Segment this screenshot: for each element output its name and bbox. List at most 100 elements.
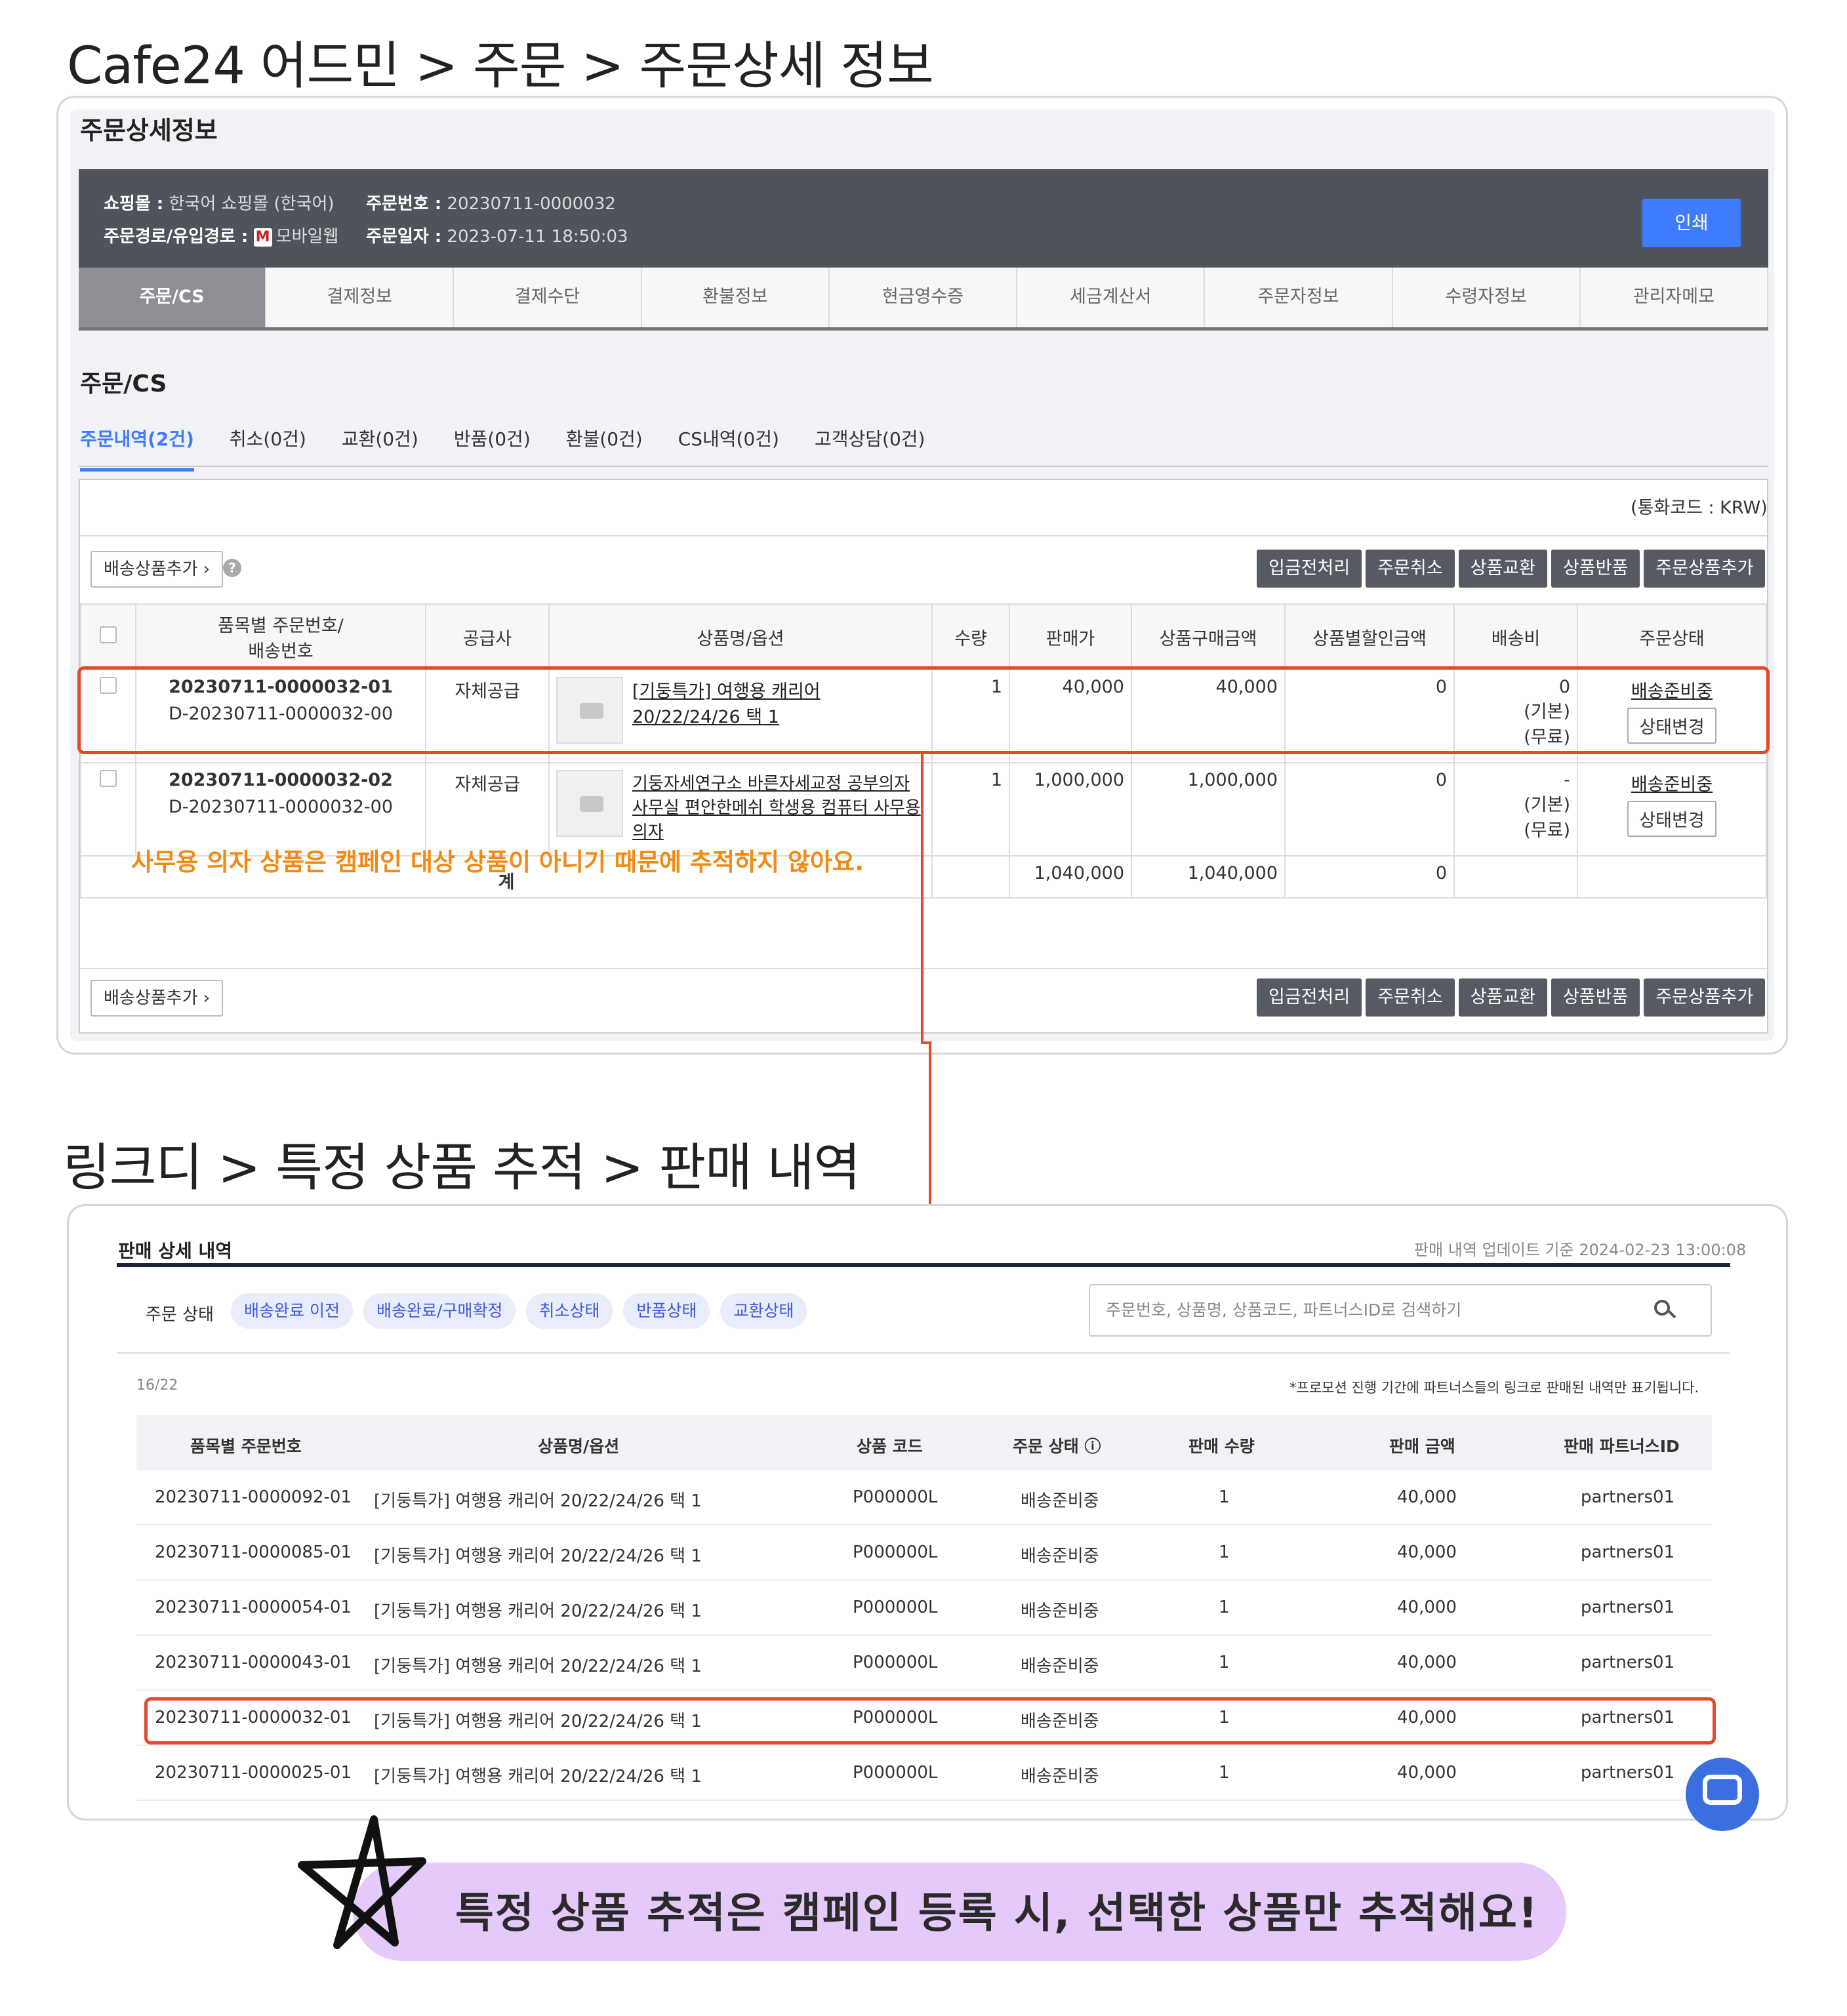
shipping-fee-cell: - (기본) (무료) bbox=[1453, 762, 1578, 857]
table-row: 20230711-0000025-01 [기둥특가] 여행용 캐리어 20/22/… bbox=[0, 1746, 1847, 1801]
item-order-number: 20230711-0000032-02 bbox=[169, 770, 393, 790]
cell-product: [기둥특가] 여행용 캐리어 20/22/24/26 택 1 bbox=[374, 1767, 702, 1786]
cell-code: P000000L bbox=[853, 1487, 938, 1507]
page-title: 주문상세정보 bbox=[80, 116, 218, 145]
subtab-5[interactable]: 환불(0건) bbox=[566, 425, 643, 472]
action-button-2[interactable]: 주문취소 bbox=[1366, 550, 1455, 588]
search-icon[interactable] bbox=[1654, 1300, 1670, 1316]
action-button-4[interactable]: 상품반품 bbox=[1551, 550, 1640, 588]
row-divider bbox=[136, 1800, 1712, 1801]
table-row: 20230711-0000054-01 [기둥특가] 여행용 캐리어 20/22/… bbox=[0, 1581, 1847, 1636]
col-header: 공급사 bbox=[425, 603, 550, 670]
total-amount: 1,040,000 bbox=[1131, 855, 1286, 898]
col-header: 판매 금액 bbox=[1389, 1437, 1455, 1456]
cell-status: 배송준비중 bbox=[1021, 1491, 1099, 1511]
cell-partner: partners01 bbox=[1581, 1598, 1675, 1617]
subtab-3[interactable]: 교환(0건) bbox=[342, 425, 418, 472]
empty-cell bbox=[1577, 855, 1767, 898]
cell-code: P000000L bbox=[853, 1653, 938, 1672]
highlight-tracked-sale bbox=[144, 1697, 1716, 1744]
col-header: 판매 파트너스ID bbox=[1564, 1437, 1680, 1456]
subtab-2[interactable]: 취소(0건) bbox=[230, 425, 306, 472]
status-filter-chips: 배송완료 이전 배송완료/구매확정 취소상태 반품상태 교환상태 bbox=[231, 1293, 807, 1329]
action-button-3[interactable]: 상품교환 bbox=[1458, 978, 1547, 1017]
tab-3[interactable]: 결제수단 bbox=[454, 268, 642, 327]
action-button-2[interactable]: 주문취소 bbox=[1366, 978, 1455, 1017]
promotion-note: *프로모션 진행 기간에 파트너스들의 링크로 판매된 내역만 표기됩니다. bbox=[1289, 1380, 1699, 1396]
product-link[interactable]: 기둥자세연구소 바른자세교정 공부의자 사무실 편안한메쉬 학생용 컴퓨터 사무… bbox=[632, 770, 921, 843]
action-button-5[interactable]: 주문상품추가 bbox=[1644, 550, 1766, 588]
col-header: 수량 bbox=[931, 603, 1010, 670]
add-shipping-item-button-bottom[interactable]: 배송상품추가 › bbox=[91, 980, 224, 1017]
sale-price: 1,000,000 bbox=[1009, 762, 1132, 857]
action-button-3[interactable]: 상품교환 bbox=[1458, 550, 1547, 588]
row-select-cell bbox=[80, 762, 136, 857]
tab-5[interactable]: 현금영수증 bbox=[829, 268, 1018, 327]
cell-order: 20230711-0000092-01 bbox=[155, 1487, 352, 1507]
action-button-4[interactable]: 상품반품 bbox=[1551, 978, 1640, 1017]
tab-8[interactable]: 수령자정보 bbox=[1392, 268, 1581, 327]
cell-partner: partners01 bbox=[1581, 1763, 1675, 1783]
col-header: 판매가 bbox=[1009, 603, 1132, 670]
select-all-checkbox[interactable] bbox=[100, 626, 117, 643]
select-all-header bbox=[80, 603, 136, 670]
cell-product: [기둥특가] 여행용 캐리어 20/22/24/26 택 1 bbox=[374, 1657, 702, 1676]
star-icon bbox=[298, 1815, 426, 1949]
cell-partner: partners01 bbox=[1581, 1542, 1675, 1562]
tab-6[interactable]: 세금계산서 bbox=[1017, 268, 1206, 327]
order-actions-top: 입금전처리 주문취소 상품교환 상품반품 주문상품추가 bbox=[1257, 550, 1766, 588]
status-chip-5[interactable]: 교환상태 bbox=[720, 1293, 807, 1329]
shipping-fee: - bbox=[1564, 770, 1570, 790]
status-chip-2[interactable]: 배송완료/구매확정 bbox=[363, 1293, 516, 1329]
order-status-link[interactable]: 배송준비중 bbox=[1585, 770, 1759, 796]
mobile-web-icon: M bbox=[253, 228, 272, 247]
mall-info: 쇼핑몰 : 한국어 쇼핑몰 (한국어) bbox=[104, 194, 335, 214]
update-timestamp: 판매 내역 업데이트 기준 2024-02-23 13:00:08 bbox=[1414, 1241, 1747, 1259]
subtab-4[interactable]: 반품(0건) bbox=[454, 425, 531, 472]
tab-1[interactable]: 주문/CS bbox=[79, 268, 267, 327]
subtab-1[interactable]: 주문내역(2건) bbox=[80, 425, 194, 472]
shipping-number: D-20230711-0000032-00 bbox=[168, 797, 394, 817]
status-chip-3[interactable]: 취소상태 bbox=[526, 1293, 613, 1329]
cell-code: P000000L bbox=[853, 1598, 938, 1617]
order-number-info: 주문번호 : 20230711-0000032 bbox=[366, 194, 616, 214]
change-status-button[interactable]: 상태변경 bbox=[1627, 801, 1716, 837]
table-row: 20230711-0000092-01 [기둥특가] 여행용 캐리어 20/22/… bbox=[0, 1470, 1847, 1525]
subtab-6[interactable]: CS내역(0건) bbox=[678, 425, 779, 472]
col-header: 상품명/옵션 bbox=[548, 603, 933, 670]
section-heading-linkd: 링크디 > 특정 상품 추적 > 판매 내역 bbox=[63, 1139, 861, 1198]
tab-2[interactable]: 결제정보 bbox=[266, 268, 455, 327]
detail-tabs: 주문/CS 결제정보 결제수단 환불정보 현금영수증 세금계산서 주문자정보 수령자정보 관리자… bbox=[79, 268, 1768, 331]
col-header: 품목별 주문번호/ 배송번호 bbox=[135, 603, 426, 670]
table-row: 20230711-0000085-01 [기둥특가] 여행용 캐리어 20/22/… bbox=[0, 1525, 1847, 1581]
row-checkbox[interactable] bbox=[100, 770, 117, 787]
cell-code: P000000L bbox=[853, 1542, 938, 1562]
tab-9[interactable]: 관리자메모 bbox=[1580, 268, 1768, 327]
cell-product: [기둥특가] 여행용 캐리어 20/22/24/26 택 1 bbox=[374, 1546, 702, 1566]
table-header-row: 품목별 주문번호/ 배송번호 공급사 상품명/옵션 수량 판매가 상품구매금액 … bbox=[80, 603, 1767, 670]
action-button-1[interactable]: 입금전처리 bbox=[1257, 550, 1362, 588]
empty-cell bbox=[931, 855, 1010, 898]
discount-amount: 0 bbox=[1284, 762, 1455, 857]
tab-7[interactable]: 주문자정보 bbox=[1205, 268, 1393, 327]
action-button-1[interactable]: 입금전처리 bbox=[1257, 978, 1362, 1017]
order-info-bar bbox=[79, 169, 1768, 268]
status-chip-1[interactable]: 배송완료 이전 bbox=[231, 1293, 353, 1329]
search-input[interactable]: 주문번호, 상품명, 상품코드, 파트너스ID로 검색하기 bbox=[1089, 1284, 1712, 1337]
order-date-info: 주문일자 : 2023-07-11 18:50:03 bbox=[366, 227, 628, 247]
help-icon[interactable]: ? bbox=[223, 559, 241, 577]
sales-table-header bbox=[136, 1415, 1712, 1470]
product-thumbnail[interactable] bbox=[556, 770, 623, 837]
subtab-7[interactable]: 고객상담(0건) bbox=[815, 425, 925, 472]
tab-4[interactable]: 환불정보 bbox=[641, 268, 830, 327]
cell-partner: partners01 bbox=[1581, 1487, 1675, 1507]
col-header: 주문상태 bbox=[1577, 603, 1767, 670]
currency-code: (통화코드 : KRW) bbox=[1631, 498, 1768, 518]
cell-status: 배송준비중 bbox=[1021, 1657, 1099, 1676]
action-button-5[interactable]: 주문상품추가 bbox=[1644, 978, 1766, 1017]
status-chip-4[interactable]: 반품상태 bbox=[623, 1293, 710, 1329]
print-button[interactable]: 인쇄 bbox=[1642, 199, 1741, 247]
cell-amount: 40,000 bbox=[1397, 1653, 1457, 1672]
add-shipping-item-button[interactable]: 배송상품추가 › bbox=[91, 551, 224, 588]
order-status-cell: 배송준비중상태변경 bbox=[1577, 762, 1767, 857]
